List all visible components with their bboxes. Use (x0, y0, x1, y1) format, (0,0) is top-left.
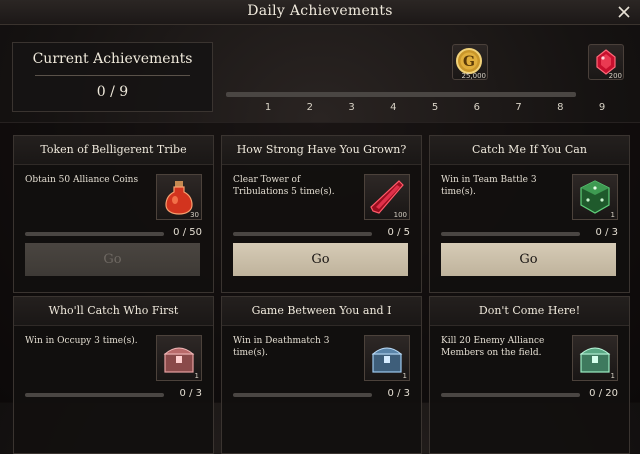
achievement-card-dont-come: Don't Come Here! Kill 20 Enemy Alliance … (429, 296, 630, 454)
achievement-description: Win in Deathmatch 3 time(s). (233, 336, 330, 358)
reward-item[interactable]: 1 (364, 335, 410, 381)
achievement-description: Obtain 50 Alliance Coins (25, 175, 139, 185)
go-button[interactable]: Go (441, 243, 616, 276)
achievement-title: Who'll Catch Who First (14, 297, 213, 326)
milestone-tick-9: 9 (598, 102, 606, 113)
reward-item[interactable]: 100 (364, 174, 410, 220)
divider (35, 75, 190, 76)
achievement-progress-bar (441, 393, 580, 397)
close-button[interactable] (614, 2, 634, 22)
reward-quantity: 1 (610, 372, 615, 380)
current-achievements-panel: Current Achievements 0 / 9 (12, 42, 213, 112)
reward-item[interactable]: 1 (156, 335, 202, 381)
achievement-progress-bar (233, 393, 372, 397)
milestone-tick-7: 7 (515, 102, 522, 113)
reward-quantity: 1 (610, 211, 615, 219)
achievement-progress-text: 0 / 3 (595, 227, 618, 238)
achievement-progress-text: 0 / 3 (387, 388, 410, 399)
reward-quantity: 25,000 (461, 72, 487, 80)
milestone-tick-4: 4 (390, 102, 397, 113)
current-achievements-title: Current Achievements (32, 51, 193, 67)
achievement-title: Token of Belligerent Tribe (14, 136, 213, 165)
achievement-card-how-strong: How Strong Have You Grown? Clear Tower o… (221, 135, 422, 293)
close-icon (618, 6, 630, 18)
achievement-progress-bar (25, 393, 164, 397)
milestone-tick-6: 6 (473, 102, 480, 113)
achievement-description: Clear Tower of Tribulations 5 time(s). (233, 175, 335, 197)
reward-quantity: 200 (608, 72, 622, 80)
go-button[interactable]: Go (25, 243, 200, 276)
reward-item[interactable]: 1 (572, 335, 618, 381)
reward-item[interactable]: 1 (572, 174, 618, 220)
milestone-tick-2: 2 (306, 102, 313, 113)
achievement-progress-text: 0 / 20 (589, 388, 618, 399)
achievement-progress-text: 0 / 5 (387, 227, 410, 238)
milestone-tick-5: 5 (431, 102, 439, 113)
reward-red-gem[interactable]: 200 (588, 44, 624, 80)
reward-quantity: 30 (190, 211, 199, 219)
achievement-progress-text: 0 / 3 (179, 388, 202, 399)
reward-gold-chest[interactable]: G 25,000 (452, 44, 488, 80)
reward-quantity: 1 (402, 372, 407, 380)
reward-quantity: 1 (194, 372, 199, 380)
achievement-title: Game Between You and I (222, 297, 421, 326)
achievement-card-game-between: Game Between You and I Win in Deathmatch… (221, 296, 422, 454)
achievement-description: Kill 20 Enemy Alliance Members on the fi… (441, 336, 545, 358)
title-bar: Daily Achievements (0, 0, 640, 25)
achievement-title: How Strong Have You Grown? (222, 136, 421, 165)
achievement-progress-bar (25, 232, 164, 236)
achievement-title: Don't Come Here! (430, 297, 629, 326)
achievement-progress-bar (233, 232, 372, 236)
achievement-progress-bar (441, 232, 580, 236)
reward-item[interactable]: 30 (156, 174, 202, 220)
reward-quantity: 100 (393, 211, 407, 219)
achievement-description: Win in Team Battle 3 time(s). (441, 175, 537, 197)
achievement-card-catch-me: Catch Me If You Can Win in Team Battle 3… (429, 135, 630, 293)
achievement-description: Win in Occupy 3 time(s). (25, 336, 138, 346)
svg-text:G: G (463, 54, 475, 70)
page-title: Daily Achievements (247, 3, 393, 19)
milestone-tick-3: 3 (348, 102, 355, 113)
milestone-tick-8: 8 (557, 102, 564, 113)
go-button[interactable]: Go (233, 243, 408, 276)
current-achievements-value: 0 / 9 (96, 84, 129, 100)
achievement-progress-text: 0 / 50 (173, 227, 202, 238)
achievement-progress-track (226, 92, 576, 97)
achievement-card-belligerent-tribe: Token of Belligerent Tribe Obtain 50 All… (13, 135, 214, 293)
achievement-card-who-catch: Who'll Catch Who First Win in Occupy 3 t… (13, 296, 214, 454)
milestone-tick-1: 1 (264, 102, 272, 113)
achievement-title: Catch Me If You Can (430, 136, 629, 165)
